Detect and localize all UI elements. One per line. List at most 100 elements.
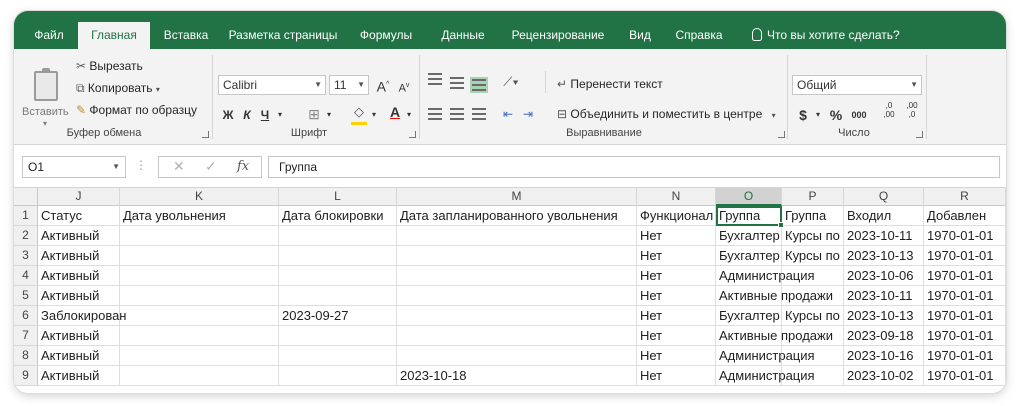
cell-r8[interactable]: 1970-01-01 <box>924 346 1006 366</box>
row-header-6[interactable]: 6 <box>14 306 38 326</box>
row-header-4[interactable]: 4 <box>14 266 38 286</box>
cell-m7[interactable] <box>397 326 637 346</box>
column-header-l[interactable]: L <box>279 188 397 206</box>
more-icon[interactable]: ⋮ <box>135 158 147 172</box>
increase-decimal-button[interactable]: ,0 ,00 <box>880 101 898 119</box>
align-right-icon[interactable] <box>472 108 486 120</box>
cell-k2[interactable] <box>120 226 279 246</box>
cell-k9[interactable] <box>120 366 279 386</box>
cell-k8[interactable] <box>120 346 279 366</box>
paste-button[interactable]: Вставить <box>22 106 69 118</box>
font-color-dropdown-icon[interactable]: ▾ <box>404 106 414 124</box>
cell-n6[interactable]: Нет <box>637 306 716 326</box>
currency-dropdown-icon[interactable]: ▾ <box>813 106 823 124</box>
merge-center-button[interactable]: ⊟ Объединить и поместить в центре ▾ <box>557 107 776 121</box>
row-header-3[interactable]: 3 <box>14 246 38 266</box>
font-launcher-icon[interactable] <box>409 131 416 138</box>
fill-color-icon[interactable]: ◇ <box>350 103 368 121</box>
cell-k3[interactable] <box>120 246 279 266</box>
font-color-button[interactable]: A <box>387 103 403 121</box>
cell-q8[interactable]: 2023-10-16 <box>844 346 924 366</box>
cell-q5[interactable]: 2023-10-11 <box>844 286 924 306</box>
cell-k4[interactable] <box>120 266 279 286</box>
percent-button[interactable]: % <box>828 106 844 124</box>
cell-m3[interactable] <box>397 246 637 266</box>
cell-p1[interactable]: Группа <box>782 206 844 226</box>
cell-j2[interactable]: Активный <box>38 226 120 246</box>
row-header-1[interactable]: 1 <box>14 206 38 226</box>
enter-icon[interactable]: ✓ <box>205 158 217 175</box>
format-painter-button[interactable]: ✎ Формат по образцу <box>76 103 197 117</box>
thousands-button[interactable]: 000 <box>849 106 869 124</box>
cell-q3[interactable]: 2023-10-13 <box>844 246 924 266</box>
row-header-2[interactable]: 2 <box>14 226 38 246</box>
decrease-indent-icon[interactable]: ⇤ <box>500 105 516 123</box>
cell-o7[interactable]: Активные продажи <box>716 326 833 346</box>
tab-view[interactable]: Вид <box>620 22 660 49</box>
cell-r7[interactable]: 1970-01-01 <box>924 326 1006 346</box>
borders-icon[interactable]: ⊞ <box>305 105 323 123</box>
tab-formulas[interactable]: Формулы <box>352 22 420 49</box>
bold-button[interactable]: Ж <box>220 106 236 124</box>
currency-button[interactable]: $ <box>796 106 810 124</box>
tab-help[interactable]: Справка <box>670 22 728 49</box>
cell-k7[interactable] <box>120 326 279 346</box>
tell-me-search[interactable]: Что вы хотите сделать? <box>752 22 900 49</box>
align-bottom-icon[interactable] <box>470 77 488 93</box>
copy-button[interactable]: ⧉ Копировать ▾ <box>76 81 160 96</box>
alignment-launcher-icon[interactable] <box>778 131 785 138</box>
cell-m4[interactable] <box>397 266 637 286</box>
tab-home[interactable]: Главная <box>78 22 150 49</box>
column-header-m[interactable]: M <box>397 188 637 206</box>
paste-icon[interactable] <box>34 68 58 101</box>
function-icon[interactable]: fx <box>237 159 249 174</box>
cell-j3[interactable]: Активный <box>38 246 120 266</box>
cell-n1[interactable]: Функционал <box>637 206 716 226</box>
row-header-5[interactable]: 5 <box>14 286 38 306</box>
cell-o8[interactable]: Администрация <box>716 346 815 366</box>
italic-button[interactable]: К <box>240 106 254 124</box>
wrap-text-button[interactable]: ↵ Перенести текст <box>557 77 663 91</box>
cell-n8[interactable]: Нет <box>637 346 716 366</box>
cell-o5[interactable]: Активные продажи <box>716 286 833 306</box>
cell-m5[interactable] <box>397 286 637 306</box>
number-launcher-icon[interactable] <box>916 131 923 138</box>
cell-n5[interactable]: Нет <box>637 286 716 306</box>
clipboard-launcher-icon[interactable] <box>202 131 209 138</box>
cell-o6[interactable]: Бухгалтер <box>716 306 782 326</box>
cell-o3[interactable]: Бухгалтер <box>716 246 782 266</box>
cell-n7[interactable]: Нет <box>637 326 716 346</box>
cell-r4[interactable]: 1970-01-01 <box>924 266 1006 286</box>
cell-n4[interactable]: Нет <box>637 266 716 286</box>
tab-insert[interactable]: Вставка <box>154 22 218 49</box>
fill-color-dropdown-icon[interactable]: ▾ <box>369 106 379 124</box>
tab-file[interactable]: Файл <box>20 22 78 49</box>
formula-input[interactable]: Группа <box>268 156 1000 178</box>
cell-o2[interactable]: Бухгалтер <box>716 226 782 246</box>
increase-indent-icon[interactable]: ⇥ <box>520 105 536 123</box>
cell-p3[interactable]: Курсы по <box>782 246 844 266</box>
cell-m6[interactable] <box>397 306 637 326</box>
align-middle-icon[interactable] <box>450 77 464 89</box>
cell-r2[interactable]: 1970-01-01 <box>924 226 1006 246</box>
font-size-combo[interactable]: 11 ▼ <box>329 75 369 95</box>
cell-l2[interactable] <box>279 226 397 246</box>
font-name-combo[interactable]: Calibri ▼ <box>218 75 326 95</box>
cancel-icon[interactable]: ✕ <box>173 158 185 175</box>
column-header-r[interactable]: R <box>924 188 1006 206</box>
copy-dropdown-icon[interactable]: ▾ <box>156 85 160 94</box>
cell-q9[interactable]: 2023-10-02 <box>844 366 924 386</box>
tab-review[interactable]: Рецензирование <box>504 22 612 49</box>
borders-dropdown-icon[interactable]: ▾ <box>324 106 334 124</box>
cell-j5[interactable]: Активный <box>38 286 120 306</box>
shrink-font-button[interactable]: Av <box>396 77 412 95</box>
row-header-7[interactable]: 7 <box>14 326 38 346</box>
tab-data[interactable]: Данные <box>434 22 492 49</box>
row-header-9[interactable]: 9 <box>14 366 38 386</box>
cell-j1[interactable]: Статус <box>38 206 120 226</box>
cell-n3[interactable]: Нет <box>637 246 716 266</box>
cell-o1[interactable]: Группа <box>716 206 782 226</box>
align-top-icon[interactable] <box>428 73 442 85</box>
cell-l1[interactable]: Дата блокировки <box>279 206 397 226</box>
cell-j9[interactable]: Активный <box>38 366 120 386</box>
